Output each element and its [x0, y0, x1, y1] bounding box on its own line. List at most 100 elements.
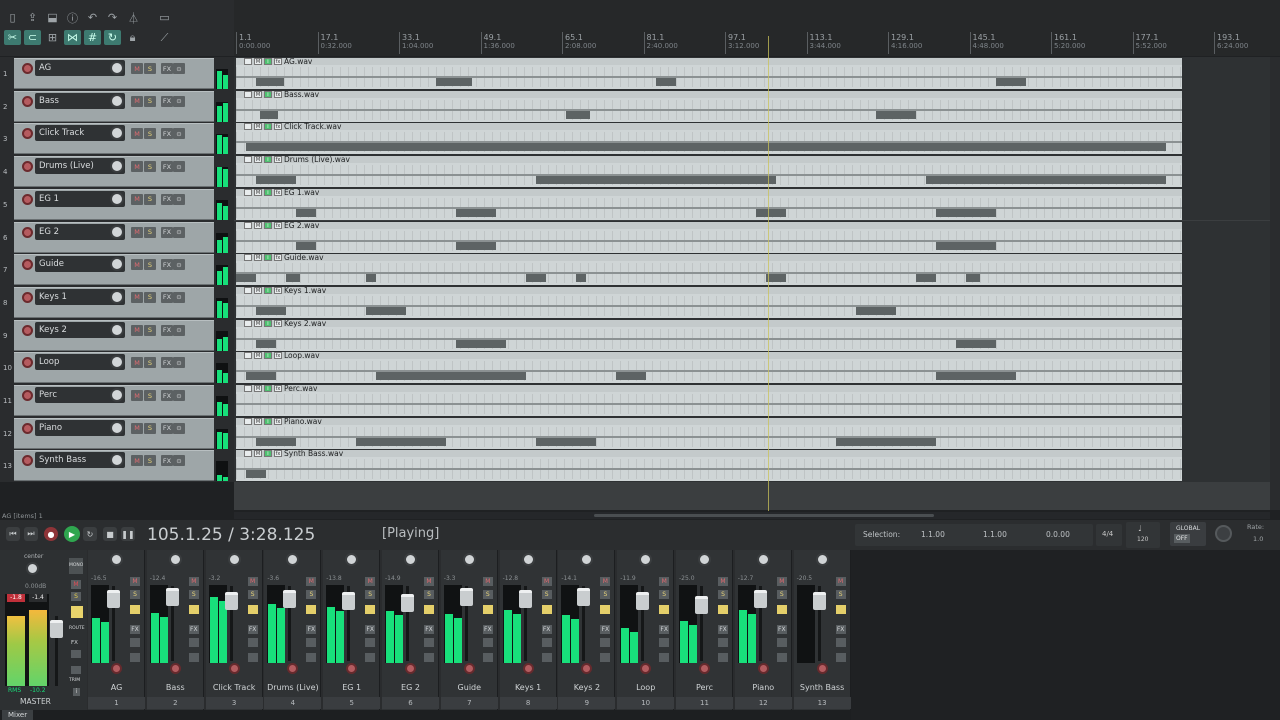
item-mute-icon[interactable]: M: [254, 319, 262, 327]
media-item[interactable]: Mi fx Drums (Live).wav: [236, 156, 1182, 188]
volume-fader[interactable]: [165, 588, 179, 606]
fx-button[interactable]: FX: [161, 95, 173, 107]
channel-route-button[interactable]: [600, 653, 611, 662]
master-route-button[interactable]: ROUTE: [69, 626, 85, 631]
item-fx-icon[interactable]: fx: [274, 319, 282, 327]
volume-knob[interactable]: [110, 61, 124, 75]
fx-button[interactable]: FX: [161, 259, 173, 271]
channel-record-arm[interactable]: [816, 663, 828, 674]
record-arm-button[interactable]: [22, 193, 33, 205]
fx-button[interactable]: FX: [161, 357, 173, 369]
channel-mute-button[interactable]: M: [424, 577, 434, 586]
record-arm-button[interactable]: [22, 422, 33, 434]
channel-fx-button[interactable]: FX: [835, 625, 846, 634]
channel-fx-bypass[interactable]: [659, 638, 670, 647]
channel-record-arm[interactable]: [581, 663, 593, 674]
fx-button[interactable]: FX: [161, 455, 173, 467]
mute-button[interactable]: M: [131, 422, 143, 434]
channel-solo-button[interactable]: S: [835, 590, 846, 599]
channel-mute-button[interactable]: M: [541, 577, 552, 586]
master-trim-icon[interactable]: [71, 666, 81, 674]
item-fx-icon[interactable]: fx: [274, 123, 282, 131]
fx-button[interactable]: FX: [161, 193, 173, 205]
item-lock-icon[interactable]: [244, 352, 252, 360]
item-props-icon[interactable]: i: [264, 123, 272, 131]
channel-fx-button[interactable]: FX: [776, 625, 787, 634]
mute-button[interactable]: M: [131, 226, 143, 238]
volume-knob[interactable]: [110, 289, 124, 304]
pan-knob[interactable]: [404, 553, 417, 566]
channel-route-button[interactable]: [541, 653, 552, 662]
pan-knob[interactable]: [815, 553, 829, 566]
selection-length[interactable]: 0.0.00: [1046, 530, 1070, 539]
track-header[interactable]: 9 Keys 2 M S FX ⊙: [0, 319, 234, 352]
selection-start[interactable]: 1.1.00: [921, 530, 945, 539]
global-automation-button[interactable]: GLOBAL OFF: [1170, 522, 1206, 546]
channel-route-button[interactable]: [247, 653, 258, 662]
item-mute-icon[interactable]: M: [254, 90, 262, 98]
channel-fx-bypass[interactable]: [188, 638, 199, 647]
mute-button[interactable]: M: [131, 95, 143, 107]
channel-env-button[interactable]: [306, 605, 317, 614]
channel-solo-button[interactable]: S: [424, 590, 434, 599]
redo-icon[interactable]: ↷: [104, 10, 121, 25]
metronome-icon[interactable]: ⏃: [125, 10, 142, 25]
volume-knob[interactable]: [110, 224, 124, 239]
master-fx-bypass-icon[interactable]: [71, 650, 81, 658]
volume-fader[interactable]: [107, 590, 120, 608]
channel-mute-button[interactable]: M: [306, 577, 317, 586]
item-props-icon[interactable]: i: [264, 352, 272, 360]
pan-knob[interactable]: [168, 553, 182, 566]
mute-button[interactable]: M: [131, 324, 143, 336]
channel-route-button[interactable]: [365, 653, 376, 662]
mute-button[interactable]: M: [131, 193, 143, 205]
track-lane[interactable]: Mi fx Drums (Live).wav: [234, 155, 1270, 188]
lock-icon[interactable]: 🔒︎: [124, 30, 141, 45]
track-header[interactable]: 5 EG 1 M S FX ⊙: [0, 188, 234, 221]
io-button[interactable]: ⊙: [173, 291, 185, 303]
fx-button[interactable]: FX: [161, 63, 173, 74]
channel-record-arm[interactable]: [287, 663, 299, 674]
ruler-mark[interactable]: 113.1 3:44.000: [806, 32, 841, 54]
pause-icon[interactable]: ❚❚: [121, 527, 135, 541]
io-button[interactable]: ⊙: [173, 357, 185, 369]
master-pan-knob[interactable]: [26, 562, 39, 575]
item-fx-icon[interactable]: fx: [274, 221, 282, 229]
solo-button[interactable]: S: [144, 193, 156, 205]
item-mute-icon[interactable]: M: [254, 417, 262, 425]
mixer-tab[interactable]: Mixer: [2, 710, 34, 720]
item-fx-icon[interactable]: fx: [274, 352, 282, 360]
ruler-mark[interactable]: 193.1 6:24.000: [1214, 32, 1248, 54]
channel-record-arm[interactable]: [405, 663, 416, 674]
channel-solo-button[interactable]: S: [718, 590, 728, 599]
item-fx-icon[interactable]: fx: [274, 385, 282, 392]
ruler-mark[interactable]: 65.1 2:08.000: [562, 32, 596, 54]
channel-fx-bypass[interactable]: [306, 638, 317, 647]
media-item[interactable]: Mi fx Piano.wav: [236, 417, 1182, 449]
envelope-tool-icon[interactable]: ⟋: [156, 30, 173, 45]
item-props-icon[interactable]: i: [264, 221, 272, 229]
ruler-mark[interactable]: 1.1 0:00.000: [236, 32, 270, 54]
channel-route-button[interactable]: [776, 653, 787, 662]
media-item[interactable]: Mi fx EG 1.wav: [236, 188, 1182, 220]
solo-button[interactable]: S: [144, 161, 156, 173]
item-mute-icon[interactable]: M: [254, 188, 262, 196]
auto-crossfade-icon[interactable]: ⋈: [64, 30, 81, 45]
channel-env-button[interactable]: [365, 605, 376, 614]
item-props-icon[interactable]: i: [264, 254, 272, 262]
item-lock-icon[interactable]: [244, 254, 252, 262]
channel-number[interactable]: 12: [734, 697, 792, 709]
channel-env-button[interactable]: [718, 605, 728, 614]
pan-knob[interactable]: [698, 553, 711, 566]
pan-knob[interactable]: [227, 553, 241, 566]
channel-fx-button[interactable]: FX: [365, 625, 376, 634]
master-peak-right[interactable]: -1.4: [29, 594, 47, 602]
item-props-icon[interactable]: i: [264, 286, 272, 294]
save-project-icon[interactable]: ⬓: [44, 10, 61, 25]
pan-knob[interactable]: [462, 553, 476, 566]
channel-fx-bypass[interactable]: [247, 638, 258, 647]
channel-solo-button[interactable]: S: [541, 590, 552, 599]
master-fx-button[interactable]: FX: [71, 640, 78, 646]
io-button[interactable]: ⊙: [173, 422, 185, 434]
channel-number[interactable]: 3: [205, 697, 263, 709]
